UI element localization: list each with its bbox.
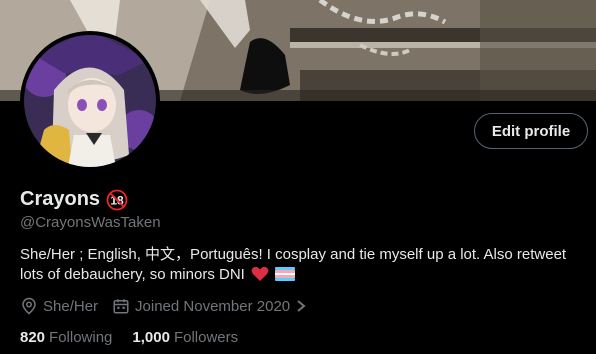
following-label: Following (49, 329, 113, 346)
transgender-flag-icon (275, 267, 296, 281)
joined-text: Joined November 2020 (135, 297, 291, 315)
location-item: She/Her (20, 297, 98, 315)
age-18-badge-icon: 18 (106, 189, 128, 210)
profile-avatar[interactable] (20, 31, 160, 171)
location-pin-icon (22, 297, 36, 315)
name-row: Crayons 18 (20, 188, 128, 211)
calendar-icon (113, 299, 129, 314)
red-heart-icon (251, 266, 269, 281)
profile-bio: She/Her ; English, 中文，Português! I cospl… (20, 245, 585, 285)
followers-label: Followers (173, 329, 239, 346)
avatar-image (24, 35, 156, 167)
location-text: She/Her (43, 297, 99, 315)
followers-count: 1,000 (132, 329, 170, 346)
follow-stats: 820 Following 1,000 Followers (20, 329, 238, 346)
user-handle: @CrayonsWasTaken (20, 214, 161, 231)
following-link[interactable]: 820 Following (20, 329, 112, 346)
profile-meta: She/Her Joined November 2020 (20, 297, 321, 315)
joined-item[interactable]: Joined November 2020 (112, 297, 307, 315)
following-count: 820 (20, 329, 46, 346)
followers-link[interactable]: 1,000 Followers (132, 329, 238, 346)
display-name: Crayons (20, 188, 101, 210)
chevron-right-icon (297, 300, 306, 312)
edit-profile-button[interactable]: Edit profile (474, 113, 588, 149)
